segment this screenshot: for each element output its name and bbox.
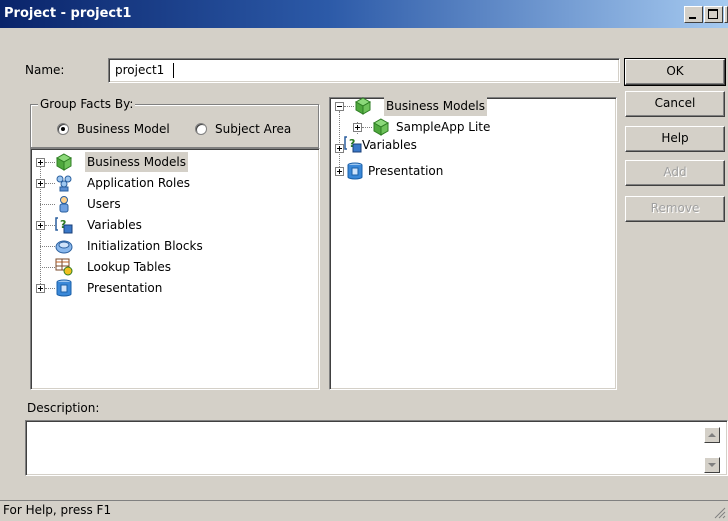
roles-icon bbox=[56, 175, 72, 192]
expand-icon[interactable] bbox=[36, 284, 45, 293]
tree-item-label: Variables bbox=[87, 218, 142, 232]
right-tree-item-business-models[interactable]: Business Models bbox=[330, 96, 616, 116]
business-model-icon bbox=[354, 97, 372, 115]
expand-icon[interactable] bbox=[335, 167, 344, 176]
right-tree-item-sampleapp-lite[interactable]: SampleApp Lite bbox=[330, 117, 616, 137]
business-model-icon bbox=[372, 118, 390, 136]
name-input-value: project1 bbox=[115, 63, 165, 77]
left-tree-item-variables[interactable]: ? Variables bbox=[31, 215, 319, 235]
expand-icon[interactable] bbox=[353, 123, 362, 132]
presentation-icon bbox=[347, 162, 363, 180]
ok-button[interactable]: OK bbox=[624, 58, 726, 86]
tree-item-label: Lookup Tables bbox=[87, 260, 172, 274]
left-tree[interactable]: Business Models Application Roles Users bbox=[30, 148, 320, 390]
variables-icon: ? bbox=[55, 217, 73, 234]
radio-business-model[interactable] bbox=[57, 123, 69, 135]
text-caret bbox=[173, 63, 174, 78]
description-textarea[interactable] bbox=[25, 420, 728, 476]
name-input[interactable]: project1 bbox=[108, 58, 620, 83]
tree-item-label: SampleApp Lite bbox=[396, 120, 491, 134]
minimize-icon bbox=[689, 17, 696, 19]
tree-line bbox=[40, 267, 55, 269]
tree-item-label: Presentation bbox=[87, 281, 163, 295]
tree-item-label: Business Models bbox=[85, 152, 189, 172]
resize-grip-icon[interactable] bbox=[712, 505, 726, 519]
remove-button[interactable]: Remove bbox=[625, 196, 725, 222]
right-tree-item-variables[interactable]: ? Variables bbox=[330, 136, 616, 158]
maximize-icon bbox=[708, 9, 718, 19]
cancel-button[interactable]: Cancel bbox=[625, 91, 725, 117]
expand-icon[interactable] bbox=[335, 144, 344, 153]
tree-line bbox=[45, 162, 55, 164]
tree-line bbox=[362, 127, 372, 129]
scroll-down-icon bbox=[708, 463, 716, 467]
tree-line bbox=[40, 204, 55, 206]
scroll-up-button[interactable] bbox=[704, 427, 720, 443]
tree-item-label: Application Roles bbox=[87, 176, 190, 190]
scroll-up-icon bbox=[708, 433, 716, 437]
left-tree-item-initialization-blocks[interactable]: Initialization Blocks bbox=[31, 236, 319, 256]
presentation-icon bbox=[56, 279, 72, 297]
minimize-button[interactable] bbox=[684, 6, 703, 23]
left-tree-item-users[interactable]: Users bbox=[31, 194, 319, 214]
left-tree-item-application-roles[interactable]: Application Roles bbox=[31, 173, 319, 193]
left-tree-item-business-models[interactable]: Business Models bbox=[31, 152, 319, 172]
tree-line bbox=[45, 183, 55, 185]
description-label: Description: bbox=[27, 401, 100, 415]
tree-line bbox=[40, 246, 55, 248]
collapse-icon[interactable] bbox=[335, 102, 344, 111]
init-block-icon bbox=[55, 240, 73, 254]
business-model-icon bbox=[55, 153, 73, 171]
tree-line bbox=[344, 106, 354, 108]
maximize-button[interactable] bbox=[704, 6, 723, 23]
expand-icon[interactable] bbox=[36, 221, 45, 230]
tree-line bbox=[45, 225, 55, 227]
group-facts-legend: Group Facts By: bbox=[38, 97, 136, 111]
close-button[interactable] bbox=[724, 6, 728, 23]
status-text: For Help, press F1 bbox=[3, 503, 112, 517]
scroll-down-button[interactable] bbox=[704, 457, 720, 473]
help-button[interactable]: Help bbox=[625, 126, 725, 152]
tree-item-label: Initialization Blocks bbox=[87, 239, 203, 253]
expand-icon[interactable] bbox=[36, 179, 45, 188]
lookup-table-icon bbox=[55, 258, 73, 276]
name-label: Name: bbox=[25, 63, 65, 77]
add-button[interactable]: Add bbox=[625, 160, 725, 186]
tree-item-label: Business Models bbox=[384, 96, 488, 116]
tree-line bbox=[45, 288, 55, 290]
tree-item-label: Variables bbox=[362, 138, 417, 152]
radio-subject-area-label[interactable]: Subject Area bbox=[215, 122, 291, 136]
right-tree[interactable]: Business Models SampleApp Lite ? Variabl… bbox=[329, 96, 617, 390]
status-bar: For Help, press F1 bbox=[0, 500, 728, 521]
left-tree-item-lookup-tables[interactable]: Lookup Tables bbox=[31, 257, 319, 277]
left-tree-item-presentation[interactable]: Presentation bbox=[31, 278, 319, 298]
tree-item-label: Presentation bbox=[368, 164, 444, 178]
title-bar[interactable]: Project - project1 bbox=[0, 0, 728, 28]
expand-icon[interactable] bbox=[36, 158, 45, 167]
window-title: Project - project1 bbox=[4, 6, 132, 21]
project-dialog: Project - project1 Name: project1 OK Can… bbox=[0, 0, 728, 521]
tree-item-label: Users bbox=[87, 197, 121, 211]
radio-business-model-label[interactable]: Business Model bbox=[77, 122, 170, 136]
user-icon bbox=[59, 196, 69, 213]
right-tree-item-presentation[interactable]: Presentation bbox=[330, 161, 616, 181]
radio-subject-area[interactable] bbox=[195, 123, 207, 135]
